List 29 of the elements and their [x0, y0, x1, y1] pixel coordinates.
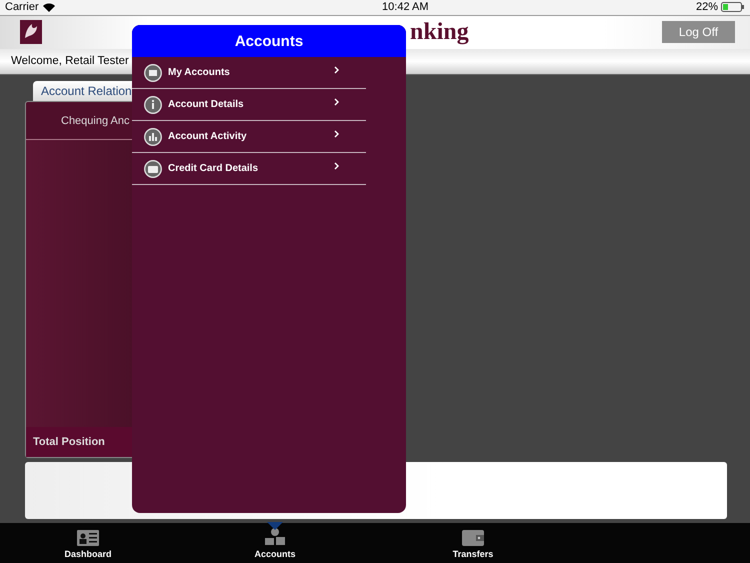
- chevron-icon: [334, 66, 339, 74]
- card-icon: [144, 160, 162, 178]
- tab-bar-item[interactable]: Transfers: [374, 523, 572, 563]
- welcome-text: Welcome, Retail Tester: [11, 55, 129, 68]
- menu-item[interactable]: Credit Card Details: [132, 153, 366, 185]
- battery-text: 22%: [696, 1, 718, 14]
- chart-icon: [144, 128, 162, 146]
- menu-item[interactable]: My Accounts: [132, 57, 366, 89]
- total-position-label: Total Position: [33, 436, 105, 448]
- battery-icon: [720, 2, 745, 12]
- account-relationship-tab[interactable]: Account Relation: [33, 81, 133, 102]
- chevron-icon: [334, 130, 339, 138]
- popover-title: Accounts: [234, 32, 304, 50]
- menu-item[interactable]: Account Activity: [132, 121, 366, 153]
- menu-item[interactable]: Account Details: [132, 89, 366, 121]
- wallet-icon: [462, 530, 484, 546]
- clock-text: 10:42 AM: [381, 1, 429, 14]
- app-title: nking: [410, 18, 469, 46]
- chevron-icon: [334, 98, 339, 106]
- logo-icon: [20, 20, 42, 44]
- tab-bar-item[interactable]: Accounts: [176, 523, 374, 563]
- selection-pointer-icon: [267, 522, 283, 530]
- chevron-icon: [334, 162, 339, 170]
- info-icon: [144, 96, 162, 114]
- wifi-icon: [42, 2, 55, 12]
- column-header: Chequing Anc: [61, 114, 130, 127]
- tab-bar-item[interactable]: Dashboard: [0, 523, 176, 563]
- carrier-text: Carrier: [5, 1, 39, 14]
- id-card-icon: [77, 530, 99, 546]
